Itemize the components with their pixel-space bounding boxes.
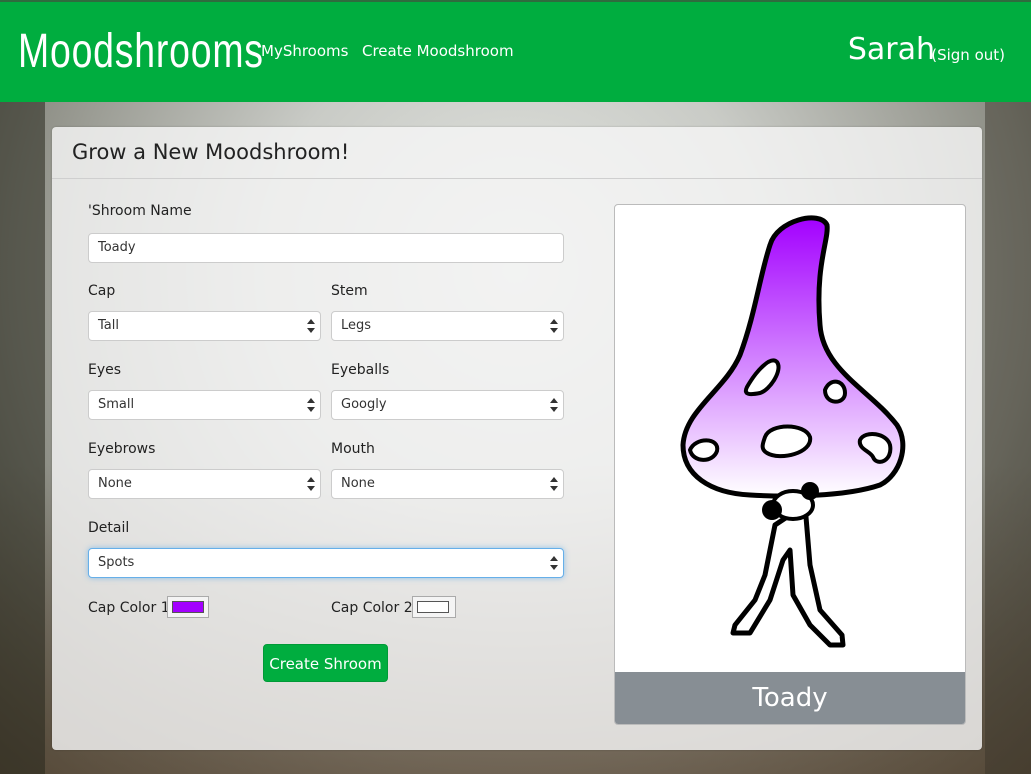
cap-color1-swatch [172, 601, 204, 613]
select-arrows-icon [550, 398, 558, 412]
tree-trunk [0, 100, 45, 774]
cap-color1-label: Cap Color 1 [88, 600, 170, 616]
cap-color2-picker[interactable] [412, 596, 456, 618]
shroom-preview: Toady [614, 204, 966, 725]
mouth-select-value: None [341, 476, 375, 491]
nav-link-create-moodshroom[interactable]: Create Moodshroom [362, 42, 514, 60]
detail-select-value: Spots [98, 555, 135, 570]
detail-label: Detail [88, 520, 130, 536]
stem-select-value: Legs [341, 318, 372, 333]
user-name: Sarah [847, 32, 935, 67]
mushroom-illustration [680, 215, 906, 648]
stem-select[interactable]: Legs [331, 311, 564, 341]
select-arrows-icon [550, 477, 558, 491]
eyeballs-label: Eyeballs [331, 362, 390, 378]
eyes-select-value: Small [98, 397, 135, 412]
panel-title: Grow a New Moodshroom! [72, 140, 350, 164]
preview-name: Toady [615, 672, 965, 724]
cap-select[interactable]: Tall [88, 311, 321, 341]
eyebrows-select-value: None [98, 476, 132, 491]
cap-color2-swatch [417, 601, 449, 613]
cap-label: Cap [88, 283, 116, 299]
eyebrows-select[interactable]: None [88, 469, 321, 499]
select-arrows-icon [307, 398, 315, 412]
create-shroom-button[interactable]: Create Shroom [263, 644, 388, 682]
mouth-label: Mouth [331, 441, 375, 457]
cap-color2-label: Cap Color 2 [331, 600, 413, 616]
eyes-select[interactable]: Small [88, 390, 321, 420]
stem-legs [730, 502, 846, 648]
detail-select[interactable]: Spots [88, 548, 564, 578]
eyes-label: Eyes [88, 362, 122, 378]
shroom-name-input[interactable]: Toady [88, 233, 564, 263]
signout-link[interactable]: (Sign out) [931, 46, 1005, 64]
nav-link-myshrooms[interactable]: MyShrooms [261, 42, 348, 60]
cap-select-value: Tall [98, 318, 119, 333]
select-arrows-icon [550, 556, 558, 570]
select-arrows-icon [550, 319, 558, 333]
navbar: Moodshrooms MyShrooms Create Moodshroom … [0, 0, 1031, 102]
tree-trunk [985, 100, 1031, 774]
brand-logo[interactable]: Moodshrooms [18, 24, 264, 79]
panel-heading: Grow a New Moodshroom! [52, 127, 982, 179]
eyeballs-select-value: Googly [341, 397, 387, 412]
eyeballs-select[interactable]: Googly [331, 390, 564, 420]
cap-color1-picker[interactable] [167, 596, 209, 618]
eyebrows-label: Eyebrows [88, 441, 156, 457]
select-arrows-icon [307, 477, 315, 491]
mouth-select[interactable]: None [331, 469, 564, 499]
stem-label: Stem [331, 283, 368, 299]
shroom-name-value: Toady [98, 240, 136, 255]
shroom-name-label: 'Shroom Name [88, 203, 192, 219]
select-arrows-icon [307, 319, 315, 333]
